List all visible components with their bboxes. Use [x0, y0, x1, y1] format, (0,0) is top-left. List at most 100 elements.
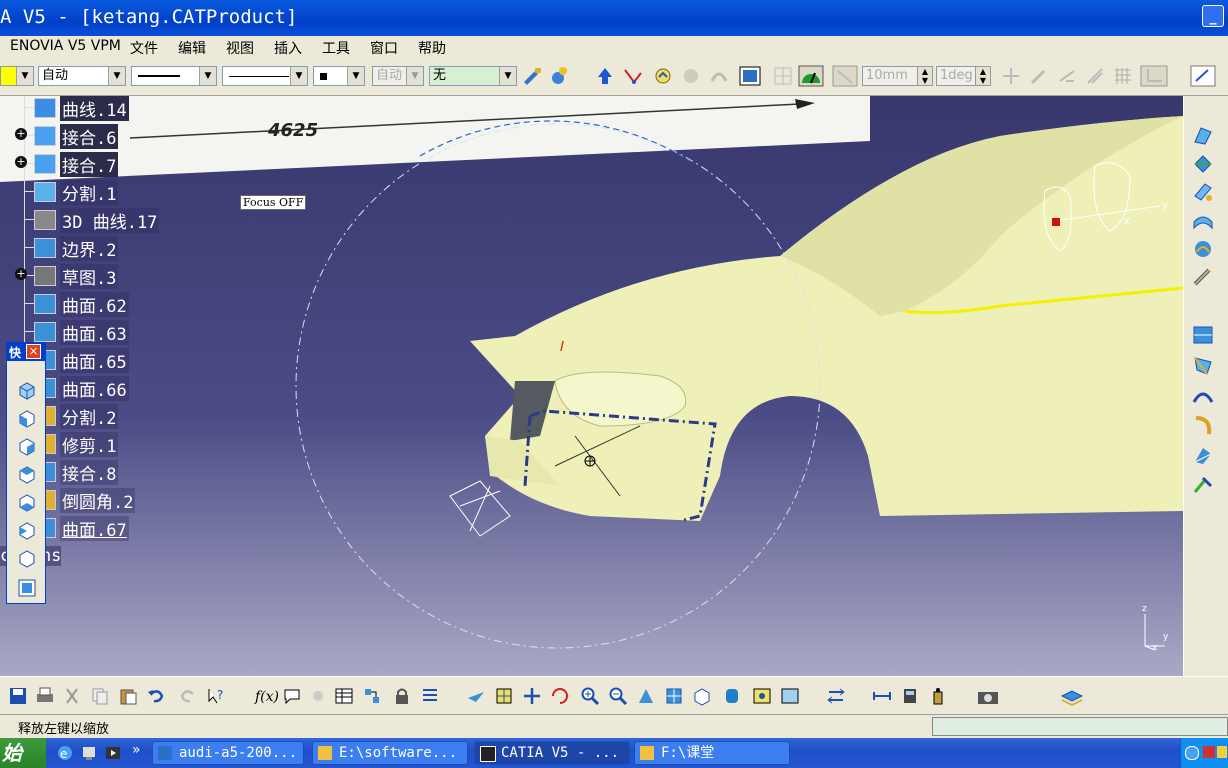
print-icon[interactable]	[35, 686, 55, 706]
measure-inertia-icon[interactable]	[928, 686, 948, 706]
multi-view-icon[interactable]	[664, 686, 684, 706]
axis-system-icon[interactable]	[1140, 65, 1168, 87]
extrapolate-icon[interactable]	[1191, 474, 1215, 496]
join-icon[interactable]	[1191, 324, 1215, 346]
menu-enovia[interactable]: ENOVIA V5 VPM	[10, 38, 121, 54]
list-icon[interactable]	[420, 686, 440, 706]
knowledge-icon[interactable]	[652, 65, 674, 87]
graphic-properties-icon[interactable]	[548, 65, 570, 87]
capture-icon[interactable]	[976, 686, 1000, 706]
boundary-icon[interactable]	[1191, 386, 1215, 408]
show-desktop-icon[interactable]	[80, 744, 98, 762]
palette-close-button[interactable]: ×	[26, 344, 41, 359]
command-input[interactable]	[932, 717, 1228, 736]
layers-icon[interactable]	[1060, 686, 1084, 706]
media-player-icon[interactable]	[104, 744, 122, 762]
rotate-disabled-icon[interactable]	[1056, 65, 1078, 87]
front-view-icon[interactable]	[16, 407, 38, 429]
extrude-surface-icon[interactable]	[1191, 124, 1215, 146]
linear-step-field[interactable]: 10mm	[862, 66, 918, 86]
task-classroom-folder[interactable]: F:\课堂	[634, 741, 790, 765]
bottom-view-icon[interactable]	[16, 547, 38, 569]
fillet-icon[interactable]	[1191, 414, 1215, 436]
lock-icon[interactable]	[392, 686, 412, 706]
measure-between-icon[interactable]	[872, 686, 892, 706]
menu-tools[interactable]: 工具	[322, 38, 350, 58]
offset-surface-icon[interactable]	[1191, 210, 1215, 232]
sketcher-icon[interactable]	[1190, 65, 1216, 87]
point-symbol-combo[interactable]: ▼	[313, 66, 365, 86]
tray-expand-icon[interactable]	[1185, 746, 1199, 760]
rule-disabled-icon[interactable]	[308, 686, 328, 706]
normal-view-icon[interactable]	[636, 686, 656, 706]
menu-file[interactable]: 文件	[130, 38, 158, 58]
car-body[interactable]	[470, 116, 1183, 523]
taskbar-more-icon[interactable]: »	[132, 742, 141, 758]
revolve-surface-icon[interactable]	[1191, 152, 1215, 174]
menu-window[interactable]: 窗口	[370, 38, 398, 58]
tree-expand-icon[interactable]: +	[15, 128, 27, 140]
menu-help[interactable]: 帮助	[418, 38, 446, 58]
compass-tool-icon[interactable]	[798, 65, 824, 87]
shading-icon[interactable]	[722, 686, 742, 706]
zoom-out-icon[interactable]	[608, 686, 628, 706]
network-icon[interactable]	[1203, 746, 1215, 758]
fly-mode-icon[interactable]	[466, 686, 486, 706]
color-swatch-combo[interactable]: ▼	[0, 66, 34, 86]
copy-icon[interactable]	[90, 686, 110, 706]
anchor-point[interactable]	[1052, 218, 1060, 226]
measure-item-icon[interactable]	[900, 686, 920, 706]
start-button[interactable]: 始	[0, 738, 46, 768]
layer-combo[interactable]: 无 ▼	[429, 66, 517, 86]
task-catia[interactable]: CATIA V5 - ...	[474, 741, 630, 765]
back-view-icon[interactable]	[16, 435, 38, 457]
split-icon[interactable]	[1191, 354, 1215, 376]
translate-disabled-icon[interactable]	[1000, 65, 1022, 87]
sweep-surface-icon[interactable]	[1191, 238, 1215, 260]
undo-icon[interactable]	[146, 686, 166, 706]
tree-expand-icon[interactable]: +	[15, 268, 27, 280]
fit-all-icon[interactable]	[494, 686, 514, 706]
menu-insert[interactable]: 插入	[274, 38, 302, 58]
minimize-button[interactable]: _	[1202, 5, 1224, 27]
redo-icon[interactable]	[178, 686, 198, 706]
angular-step-field[interactable]: 1deg	[936, 66, 976, 86]
angular-step-spinner[interactable]: ▲ ▼	[975, 66, 991, 86]
named-views-icon[interactable]	[16, 577, 38, 599]
line-weight-combo[interactable]: ▼	[131, 66, 217, 86]
apply-material-icon[interactable]	[738, 65, 764, 87]
catalog-icon[interactable]	[362, 686, 382, 706]
shield-icon[interactable]	[1217, 746, 1227, 758]
rendering-style-combo[interactable]: 自动 ▼	[372, 66, 424, 86]
left-view-icon[interactable]	[16, 463, 38, 485]
swap-visible-icon[interactable]	[826, 686, 846, 706]
quick-view-palette[interactable]: 快 ×	[6, 342, 46, 604]
right-view-icon[interactable]	[16, 491, 38, 513]
quick-view-icon[interactable]	[692, 686, 712, 706]
rotate-view-icon[interactable]	[550, 686, 570, 706]
line-type-combo[interactable]: ▼	[222, 66, 308, 86]
task-audi[interactable]: audi-a5-200...	[152, 741, 304, 765]
format-painter-icon[interactable]	[521, 65, 543, 87]
constraint-icon[interactable]	[622, 65, 644, 87]
measure-disabled-icon[interactable]	[680, 65, 702, 87]
formula-icon[interactable]: f(x)	[254, 686, 278, 706]
paste-icon[interactable]	[118, 686, 138, 706]
3d-viewport[interactable]: 4625 Focus OFF y x z y x 曲线.14 + 接合.6 + 接合.7…	[0, 96, 1183, 676]
analysis-disabled-icon[interactable]	[708, 65, 730, 87]
fill-surface-icon[interactable]	[1191, 266, 1215, 288]
update-icon[interactable]	[594, 65, 616, 87]
tree-expand-icon[interactable]: +	[15, 156, 27, 168]
menu-view[interactable]: 视图	[226, 38, 254, 58]
palette-header[interactable]: 快 ×	[7, 343, 45, 361]
design-table-icon[interactable]	[334, 686, 354, 706]
save-icon[interactable]	[8, 686, 28, 706]
top-view-icon[interactable]	[16, 519, 38, 541]
whats-this-icon[interactable]: ?	[206, 686, 226, 706]
cut-icon[interactable]	[62, 686, 82, 706]
comment-icon[interactable]	[282, 686, 302, 706]
menu-edit[interactable]: 编辑	[178, 38, 206, 58]
scale-disabled-icon[interactable]	[1084, 65, 1106, 87]
internet-explorer-icon[interactable]: e	[56, 744, 74, 762]
isometric-view-icon[interactable]	[16, 379, 38, 401]
